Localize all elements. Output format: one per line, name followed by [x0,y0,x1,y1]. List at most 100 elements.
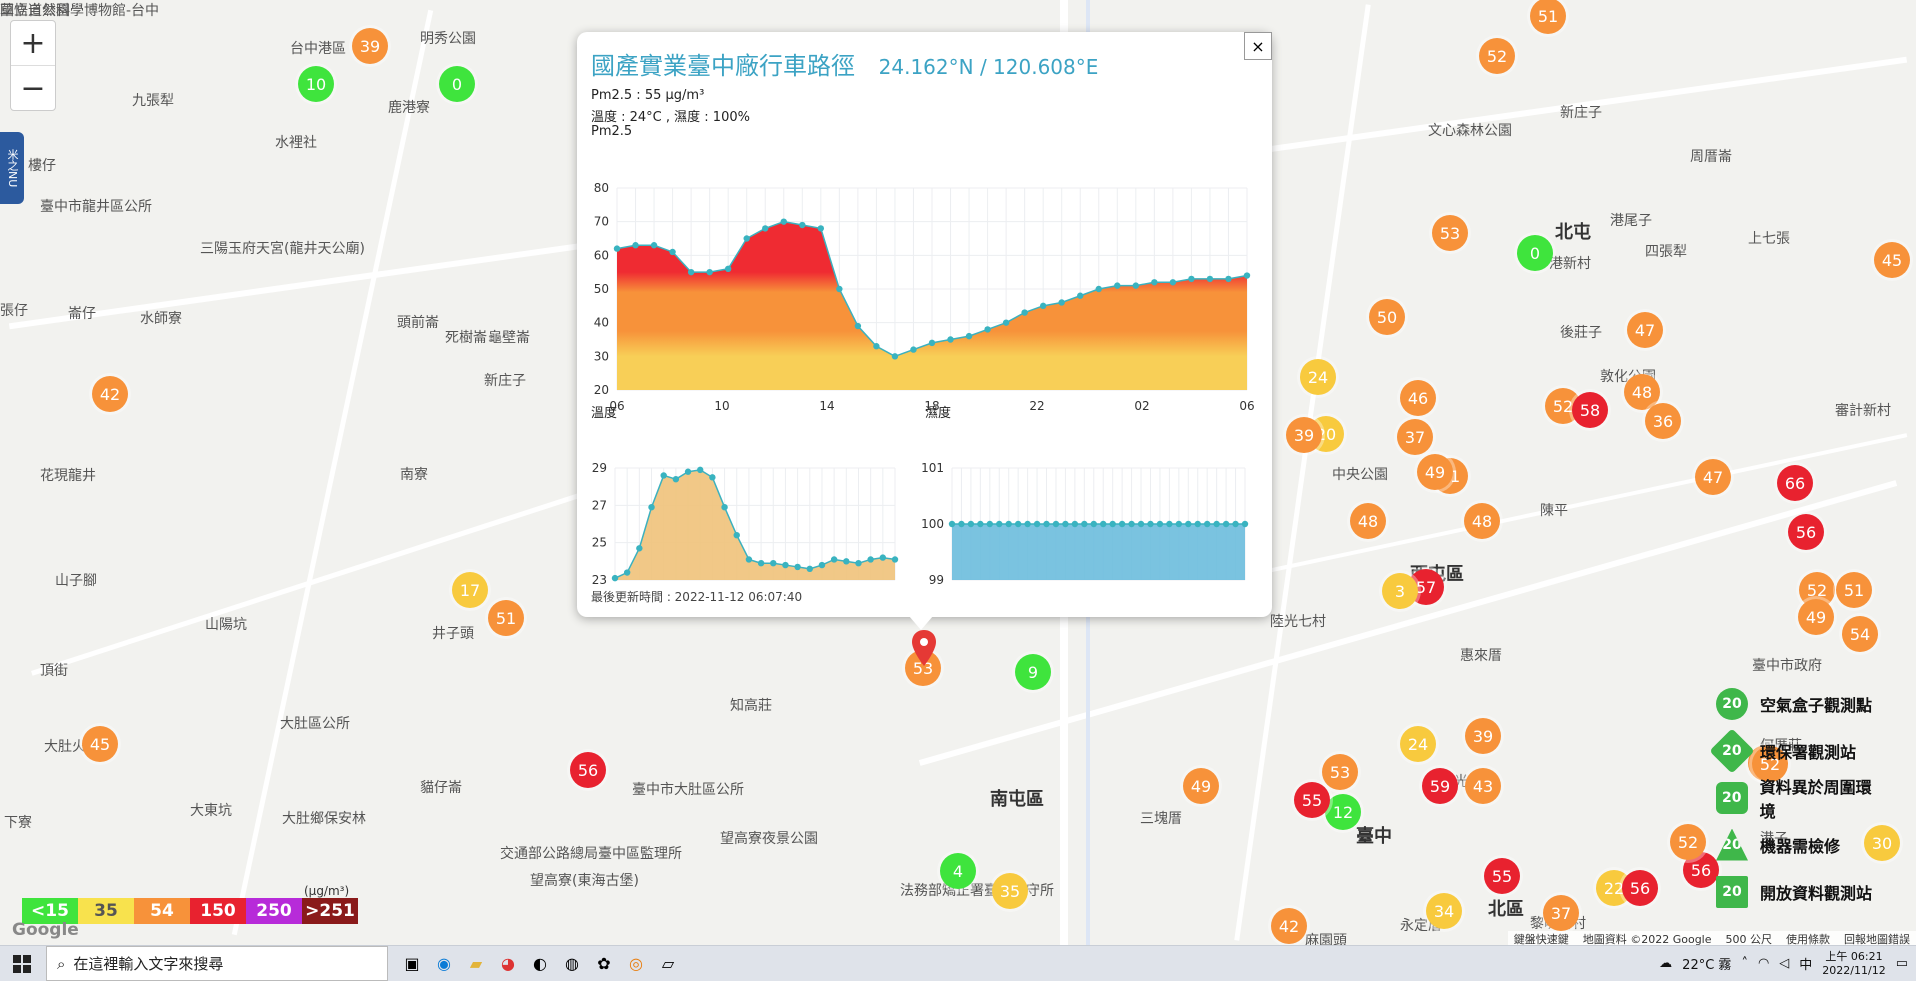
app-icon[interactable]: ✿ [588,952,620,976]
data-point[interactable] [928,339,936,347]
data-point[interactable] [757,560,765,567]
data-point[interactable] [1005,520,1012,528]
zoom-out-button[interactable]: − [11,66,55,110]
pm25-marker[interactable]: 45 [82,726,118,762]
pm25-marker[interactable]: 9 [1015,654,1051,690]
pm25-marker[interactable]: 59 [1422,768,1458,804]
sidebar-toggle[interactable]: 米之NU [0,132,24,204]
data-point[interactable] [687,268,695,276]
pm25-marker[interactable]: 55 [1484,858,1520,894]
pm25-marker[interactable]: 10 [298,66,334,102]
data-point[interactable] [1203,520,1211,528]
data-point[interactable] [1175,520,1183,528]
data-point[interactable] [806,565,813,572]
data-point[interactable] [794,563,801,571]
data-point[interactable] [1100,520,1107,528]
data-point[interactable] [1225,275,1232,283]
ime-indicator[interactable]: 中 [1799,954,1812,973]
close-icon[interactable]: × [1244,32,1272,60]
notification-icon[interactable]: ▭ [1896,956,1908,971]
data-point[interactable] [1137,520,1145,528]
data-point[interactable] [817,225,825,232]
data-point[interactable] [697,466,704,474]
data-point[interactable] [1043,520,1050,528]
data-point[interactable] [706,268,713,276]
chevron-up-icon[interactable]: ˄ [1741,956,1748,971]
pm25-marker[interactable]: 51 [1530,0,1566,34]
data-point[interactable] [1033,520,1041,528]
data-point[interactable] [1077,292,1084,299]
pm25-marker[interactable]: 4 [940,853,976,889]
data-point[interactable] [1002,319,1010,326]
pm25-marker[interactable]: 48 [1464,503,1500,539]
pm25-marker[interactable]: 50 [1369,299,1405,335]
data-point[interactable] [721,504,728,511]
data-point[interactable] [1081,520,1088,528]
data-point[interactable] [891,353,899,360]
data-point[interactable] [977,520,984,528]
pm25-marker[interactable]: 55 [1294,782,1330,818]
data-point[interactable] [830,556,838,563]
terms-link[interactable]: 使用條款 [1786,931,1830,946]
data-point[interactable] [958,520,965,528]
volume-icon[interactable]: ◁ [1779,956,1789,971]
weather-icon[interactable]: ☁ [1659,956,1672,971]
edge-icon[interactable]: ◉ [428,952,460,976]
data-point[interactable] [762,225,769,232]
data-point[interactable] [986,520,994,528]
data-point[interactable] [1132,282,1140,289]
data-point[interactable] [672,476,680,483]
data-point[interactable] [1109,520,1116,528]
data-point[interactable] [1095,285,1102,293]
data-point[interactable] [1241,520,1249,528]
weather-text[interactable]: 22°C 霧 [1682,954,1731,973]
data-point[interactable] [836,285,843,293]
data-point[interactable] [613,245,621,252]
pm25-marker[interactable]: 3 [1382,573,1418,609]
data-point[interactable] [1243,272,1251,279]
pm25-marker[interactable]: 49 [1417,454,1453,490]
pm25-marker[interactable]: 34 [1426,893,1462,929]
map-pin-icon[interactable] [912,630,936,666]
app-icon[interactable]: ◍ [556,952,588,976]
data-point[interactable] [1151,279,1158,286]
pm25-marker[interactable]: 46 [1400,380,1436,416]
pm25-marker[interactable]: 35 [992,873,1028,909]
pm25-marker[interactable]: 58 [1572,392,1608,428]
data-point[interactable] [780,218,787,225]
pm25-marker[interactable]: 56 [570,752,606,788]
pm25-marker[interactable]: 37 [1397,419,1433,455]
pm25-marker[interactable]: 66 [1777,465,1813,501]
pm25-marker[interactable]: 56 [1622,870,1658,906]
data-point[interactable] [818,561,826,569]
data-point[interactable] [1071,520,1079,528]
pm25-marker[interactable]: 42 [1271,908,1307,944]
data-point[interactable] [1058,299,1065,306]
data-point[interactable] [650,242,658,249]
pm25-marker[interactable]: 0 [439,66,475,102]
data-point[interactable] [1194,520,1201,528]
pm25-marker[interactable]: 45 [1874,242,1910,278]
app-icon[interactable]: ▱ [652,952,684,976]
data-point[interactable] [636,545,643,552]
data-point[interactable] [1188,275,1195,283]
data-point[interactable] [1039,302,1047,310]
data-point[interactable] [709,474,716,481]
data-point[interactable] [1166,520,1173,528]
pm25-marker[interactable]: 17 [452,572,488,608]
pm25-marker[interactable]: 37 [1543,895,1579,931]
data-point[interactable] [1118,520,1126,528]
pm25-marker[interactable]: 51 [488,600,524,636]
windows-start-icon[interactable] [6,952,38,976]
data-point[interactable] [891,556,899,563]
data-point[interactable] [996,520,1003,528]
data-point[interactable] [1014,520,1022,528]
task-view-icon[interactable]: ▣ [396,952,428,976]
data-point[interactable] [1156,520,1164,528]
keyboard-shortcuts-link[interactable]: 鍵盤快速鍵 [1514,931,1569,946]
pm25-marker[interactable]: 24 [1300,359,1336,395]
pm25-marker[interactable]: 51 [1836,572,1872,608]
data-point[interactable] [632,242,639,249]
pm25-marker[interactable]: 24 [1400,726,1436,762]
data-point[interactable] [724,265,732,272]
